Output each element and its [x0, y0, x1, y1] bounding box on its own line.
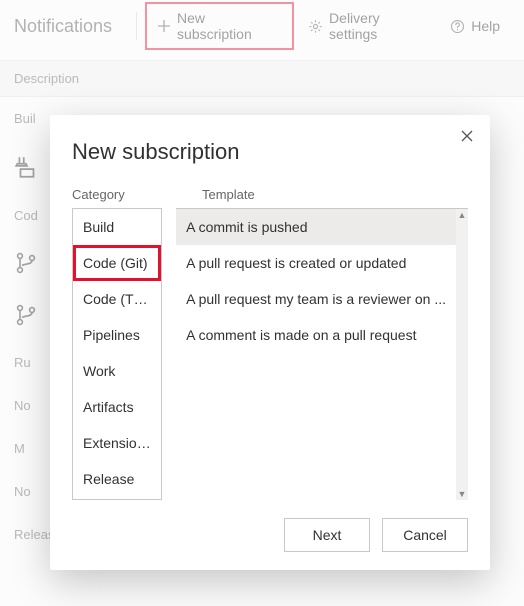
scroll-down-icon[interactable]: ▼: [456, 488, 468, 500]
template-list-wrap: A commit is pushedA pull request is crea…: [176, 208, 468, 500]
category-item[interactable]: Artifacts: [73, 389, 161, 425]
dialog-footer: Next Cancel: [72, 500, 468, 552]
cancel-button[interactable]: Cancel: [382, 518, 468, 552]
dialog-title: New subscription: [72, 139, 468, 165]
template-item[interactable]: A commit is pushed: [176, 209, 456, 245]
next-button[interactable]: Next: [284, 518, 370, 552]
template-column-label: Template: [202, 187, 255, 202]
new-subscription-dialog: New subscription Category Template Build…: [50, 115, 490, 570]
template-item[interactable]: A pull request my team is a reviewer on …: [176, 281, 456, 317]
category-item[interactable]: Build: [73, 209, 161, 245]
columns-header: Category Template: [72, 187, 468, 202]
category-item[interactable]: Release: [73, 461, 161, 497]
template-list[interactable]: A commit is pushedA pull request is crea…: [176, 209, 456, 500]
template-item[interactable]: A pull request is created or updated: [176, 245, 456, 281]
category-item[interactable]: Work: [73, 353, 161, 389]
template-item[interactable]: A comment is made on a pull request: [176, 317, 456, 353]
category-item[interactable]: Code (Git): [73, 245, 161, 281]
category-column-label: Category: [72, 187, 180, 202]
category-item[interactable]: Code (TFVC): [73, 281, 161, 317]
close-icon: [460, 129, 474, 143]
category-item[interactable]: Pipelines: [73, 317, 161, 353]
close-button[interactable]: [460, 129, 474, 146]
category-item[interactable]: Extension ...: [73, 425, 161, 461]
scroll-up-icon[interactable]: ▲: [456, 209, 468, 221]
category-list[interactable]: BuildCode (Git)Code (TFVC)PipelinesWorkA…: [72, 208, 162, 500]
scrollbar[interactable]: ▲ ▼: [456, 209, 468, 500]
